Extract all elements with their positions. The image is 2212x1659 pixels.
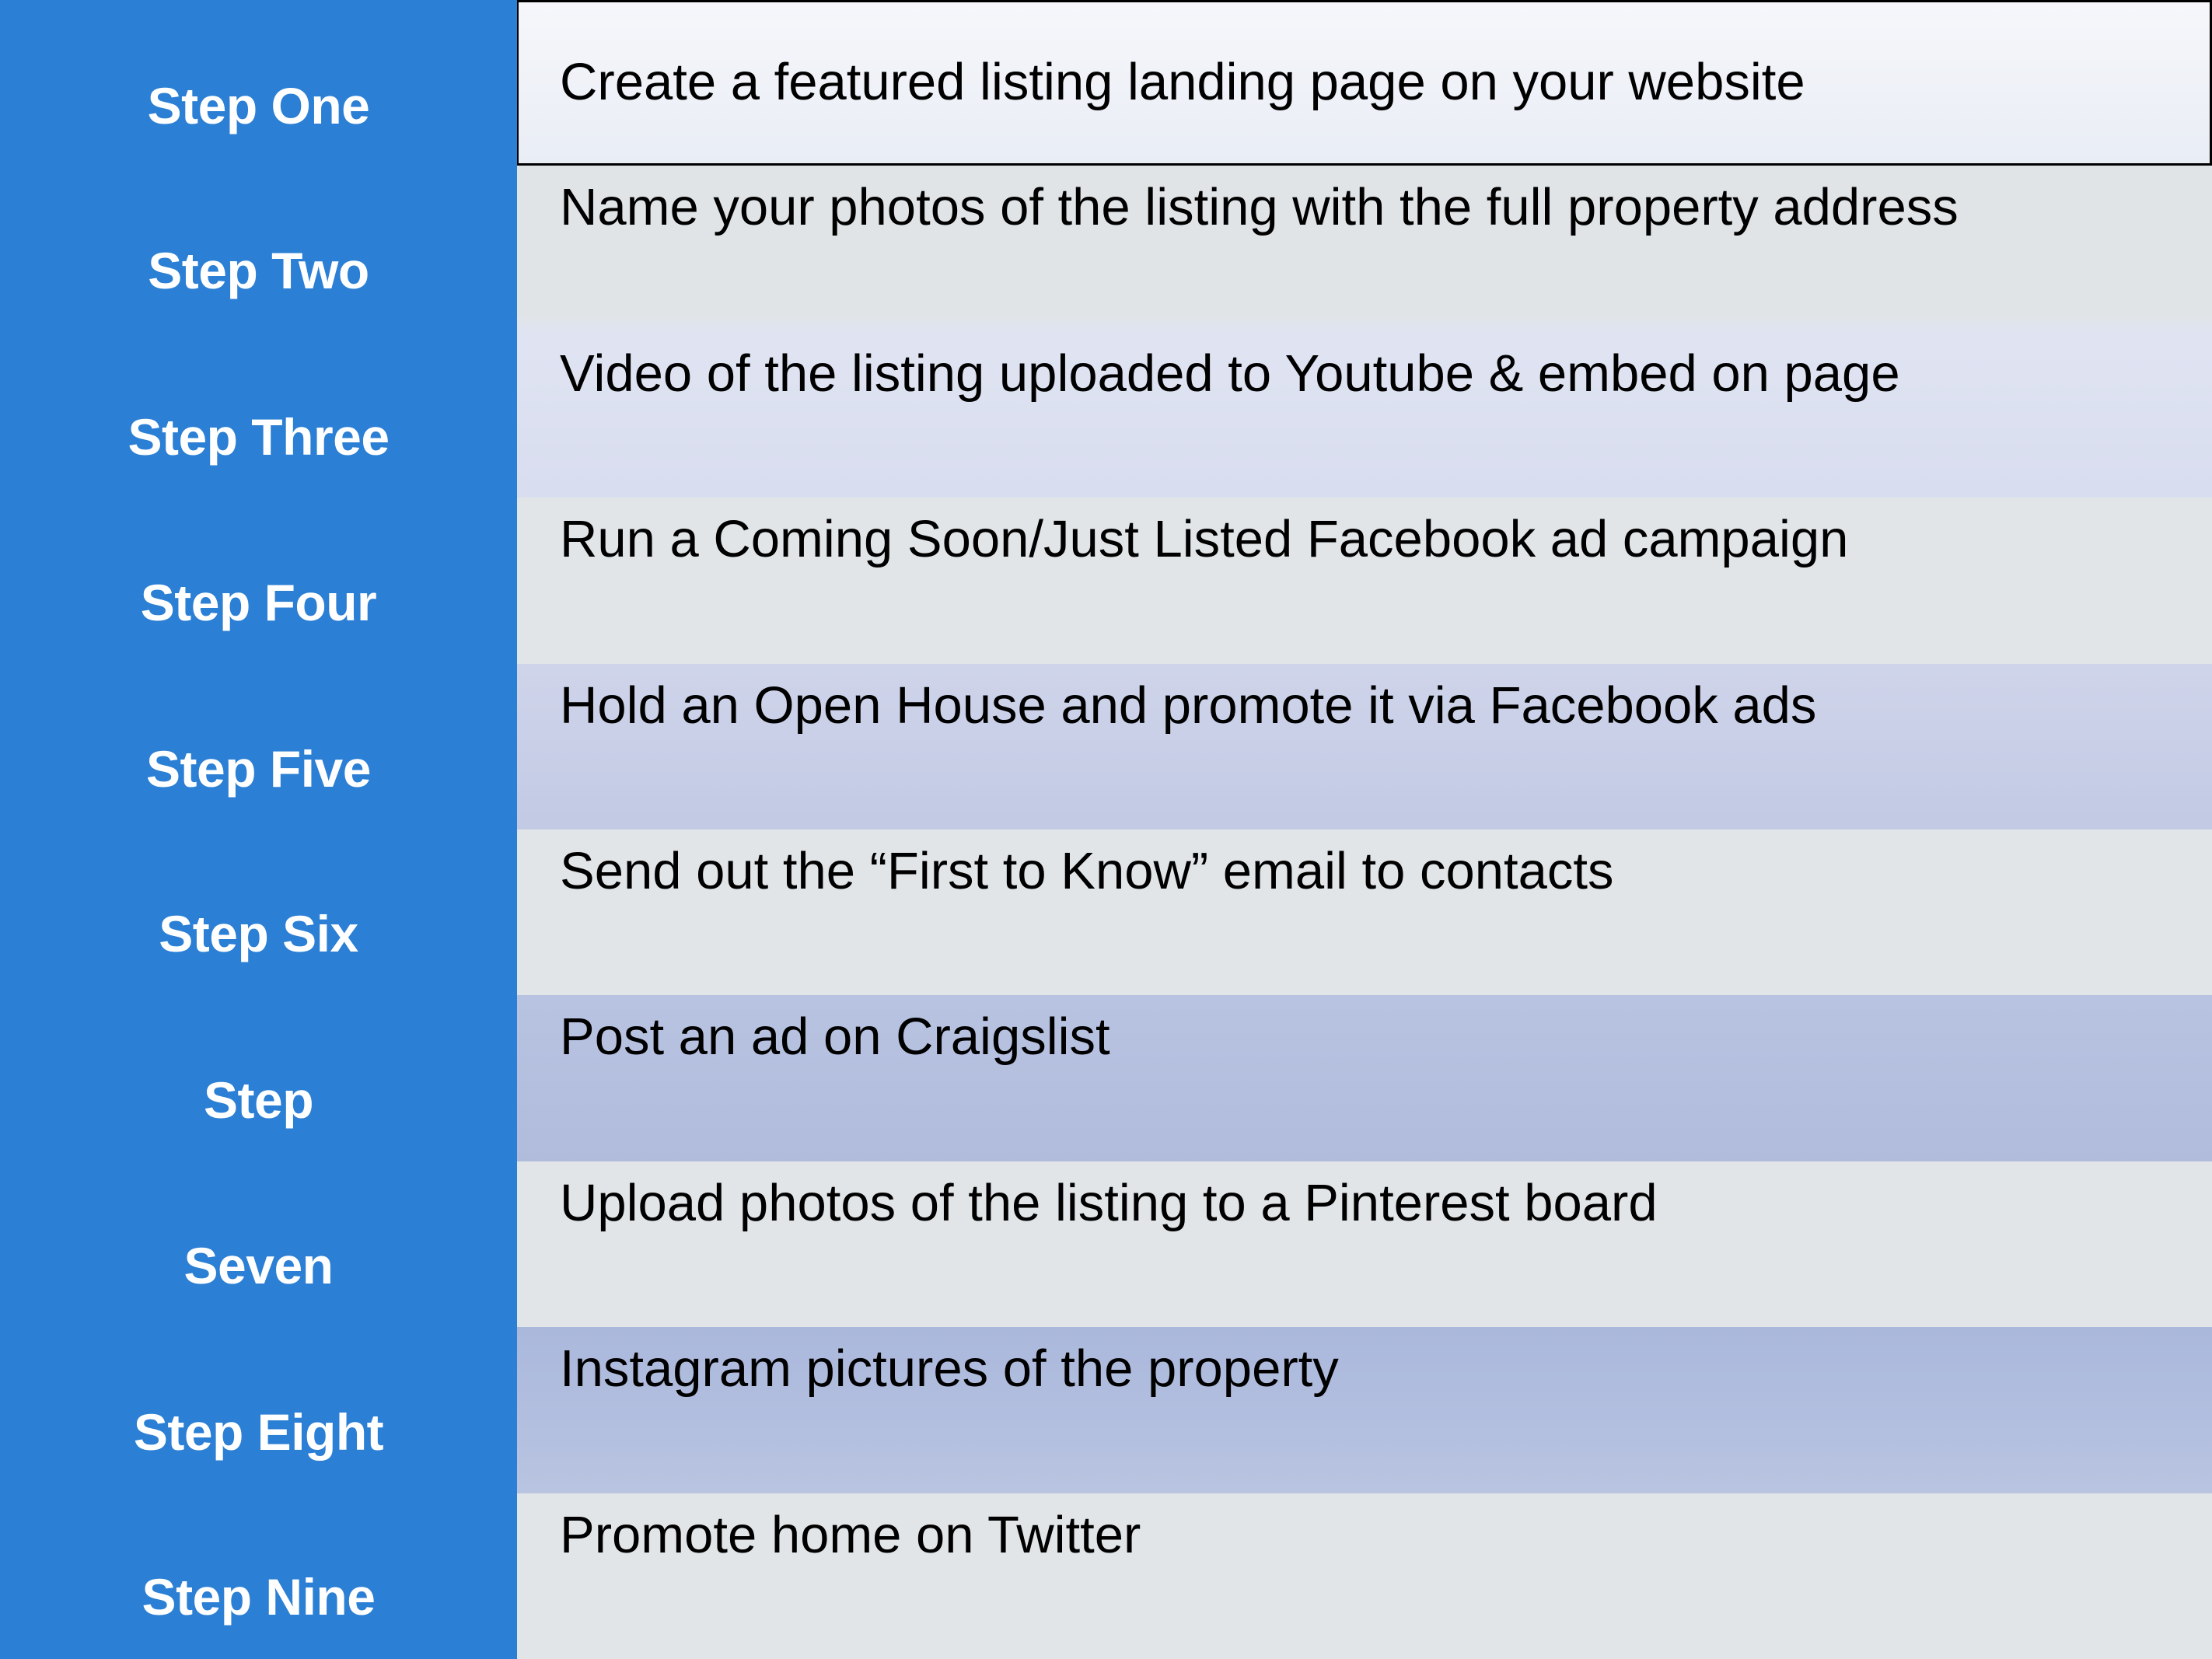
step-row-7: Post an ad on Craigslist — [517, 995, 2212, 1161]
step-text-3: Video of the listing uploaded to Youtube… — [560, 344, 1900, 403]
step-label-three: Step Three — [128, 408, 390, 466]
step-label-seven-line2: Seven — [183, 1237, 334, 1294]
step-text-5: Hold an Open House and promote it via Fa… — [560, 676, 1817, 735]
step-row-6: Send out the “First to Know” email to co… — [517, 830, 2212, 996]
step-row-8: Upload photos of the listing to a Pinter… — [517, 1161, 2212, 1328]
step-text-6: Send out the “First to Know” email to co… — [560, 842, 1614, 900]
step-text-8: Upload photos of the listing to a Pinter… — [560, 1173, 1658, 1232]
step-row-10: Promote home on Twitter — [517, 1493, 2212, 1659]
step-label-five: Step Five — [146, 740, 371, 798]
step-label-column: Step One Step Two Step Three Step Four S… — [0, 0, 517, 1659]
step-label-nine: Step Nine — [142, 1568, 376, 1626]
step-text-1: Create a featured listing landing page o… — [560, 53, 1805, 111]
step-label-seven-line1: Step — [203, 1071, 314, 1129]
step-text-9: Instagram pictures of the property — [560, 1339, 1339, 1399]
step-label-eight: Step Eight — [133, 1403, 384, 1461]
step-label-four: Step Four — [140, 574, 377, 631]
step-row-5: Hold an Open House and promote it via Fa… — [517, 663, 2212, 830]
step-row-2: Name your photos of the listing with the… — [517, 166, 2212, 332]
step-text-7: Post an ad on Craigslist — [560, 1008, 1110, 1067]
step-label-six: Step Six — [159, 905, 358, 962]
step-label-two: Step Two — [148, 242, 369, 299]
step-row-1: Create a featured listing landing page o… — [517, 0, 2212, 166]
step-row-4: Run a Coming Soon/Just Listed Facebook a… — [517, 498, 2212, 664]
step-row-3: Video of the listing uploaded to Youtube… — [517, 331, 2212, 498]
step-text-4: Run a Coming Soon/Just Listed Facebook a… — [560, 510, 1849, 569]
step-text-10: Promote home on Twitter — [560, 1505, 1141, 1564]
step-description-column: Create a featured listing landing page o… — [517, 0, 2212, 1659]
step-text-2: Name your photos of the listing with the… — [560, 178, 1959, 237]
step-row-9: Instagram pictures of the property — [517, 1327, 2212, 1493]
step-label-one: Step One — [147, 77, 370, 134]
